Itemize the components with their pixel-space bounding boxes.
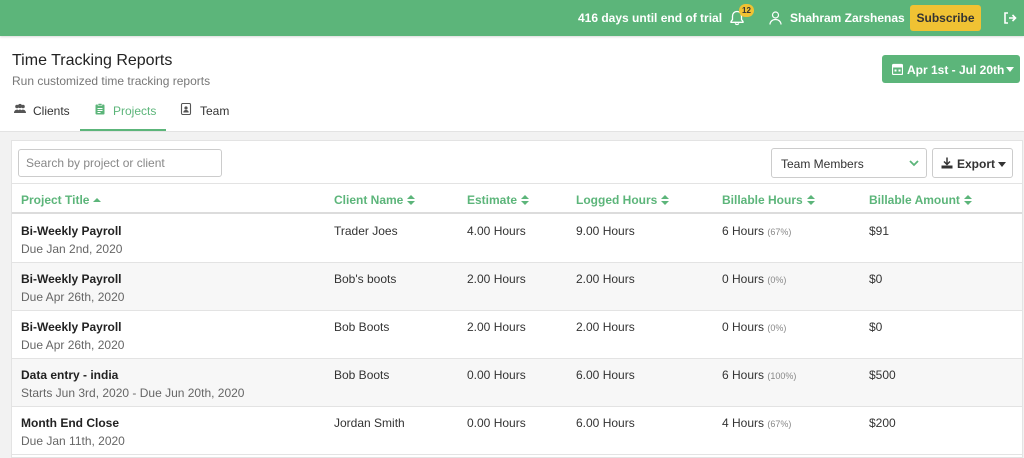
logged-hours: 2.00 Hours [576, 272, 635, 286]
top-bar: 416 days until end of trial 12 Shahram Z… [0, 0, 1024, 36]
billable-amount: $0 [869, 320, 883, 334]
column-header-billable-amount[interactable]: Billable Amount [869, 193, 972, 207]
table-row[interactable]: Bi-Weekly Payroll Due Apr 26th, 2020 Bob… [12, 311, 1022, 359]
table-row[interactable]: Bi-Weekly Payroll Due Jan 2nd, 2020 Trad… [12, 215, 1022, 263]
project-title[interactable]: Data entry - india [21, 368, 118, 382]
user-icon [769, 11, 782, 25]
search-input[interactable] [18, 149, 222, 177]
column-header-project-title[interactable]: Project Title [21, 193, 102, 207]
column-header-label: Logged Hours [576, 193, 658, 207]
export-label: Export [957, 157, 996, 171]
logged-hours: 9.00 Hours [576, 224, 635, 238]
column-header-label: Estimate [467, 193, 518, 207]
client-name: Bob's boots [334, 272, 397, 286]
logged-hours: 2.00 Hours [576, 320, 635, 334]
project-due: Due Apr 26th, 2020 [21, 290, 125, 304]
logout-icon[interactable] [1003, 11, 1017, 25]
client-name: Jordan Smith [334, 416, 405, 430]
sort-icon [407, 195, 416, 205]
sort-icon [661, 195, 670, 205]
download-icon [941, 157, 953, 169]
billable-percent: (100%) [767, 371, 797, 381]
column-header-client-name[interactable]: Client Name [334, 193, 416, 207]
tab-projects-label: Projects [113, 104, 157, 118]
billable-amount: $200 [869, 416, 896, 430]
tab-team-label: Team [200, 104, 230, 118]
export-button[interactable]: Export [932, 148, 1013, 178]
calendar-icon [892, 63, 903, 75]
tab-team[interactable]: Team [180, 97, 232, 131]
client-name: Bob Boots [334, 368, 390, 382]
table-row[interactable]: Data entry - india Starts Jun 3rd, 2020 … [12, 359, 1022, 407]
notification-badge: 12 [739, 4, 754, 17]
billable-hours-value: 0 Hours [722, 272, 765, 286]
billable-percent: (0%) [767, 275, 787, 285]
logged-hours: 6.00 Hours [576, 368, 635, 382]
billable-hours-value: 0 Hours [722, 320, 765, 334]
project-title[interactable]: Bi-Weekly Payroll [21, 320, 122, 334]
column-header-logged-hours[interactable]: Logged Hours [576, 193, 670, 207]
team-members-label: Team Members [781, 157, 864, 171]
project-title[interactable]: Month End Close [21, 416, 119, 430]
project-title[interactable]: Bi-Weekly Payroll [21, 272, 122, 286]
id-badge-icon [180, 103, 192, 115]
tab-clients[interactable]: Clients [14, 97, 76, 131]
billable-hours-value: 6 Hours [722, 224, 765, 238]
date-range-button[interactable]: Apr 1st - Jul 20th [882, 55, 1020, 83]
project-title[interactable]: Bi-Weekly Payroll [21, 224, 122, 238]
trial-countdown: 416 days until end of trial [578, 11, 723, 25]
column-header-estimate[interactable]: Estimate [467, 193, 530, 207]
billable-percent: (67%) [767, 419, 792, 429]
billable-hours: 0 Hours (0%) [722, 272, 786, 286]
user-name[interactable]: Shahram Zarshenas [790, 11, 905, 25]
table-header: Project Title Client Name Estimate Logge… [12, 183, 1022, 214]
sort-icon [806, 195, 815, 205]
client-name: Trader Joes [334, 224, 398, 238]
billable-hours-value: 6 Hours [722, 368, 765, 382]
project-due: Due Apr 26th, 2020 [21, 338, 125, 352]
project-due: Due Jan 11th, 2020 [21, 434, 125, 448]
column-header-label: Billable Hours [722, 193, 803, 207]
billable-hours: 0 Hours (0%) [722, 320, 786, 334]
tab-projects[interactable]: Projects [80, 97, 166, 131]
billable-amount: $500 [869, 368, 896, 382]
billable-hours-value: 4 Hours [722, 416, 765, 430]
tab-clients-label: Clients [33, 104, 70, 118]
client-name: Bob Boots [334, 320, 390, 334]
estimate: 4.00 Hours [467, 224, 526, 238]
chevron-down-icon [909, 160, 919, 167]
sort-asc-icon [93, 198, 102, 202]
column-header-label: Client Name [334, 193, 404, 207]
caret-down-icon [1006, 67, 1014, 72]
billable-amount: $91 [869, 224, 890, 238]
column-header-billable-hours[interactable]: Billable Hours [722, 193, 815, 207]
table-row[interactable]: Month End Close Due Jan 11th, 2020 Jorda… [12, 407, 1022, 455]
project-due: Starts Jun 3rd, 2020 - Due Jun 20th, 202… [21, 386, 245, 400]
billable-amount: $0 [869, 272, 883, 286]
billable-hours: 6 Hours (100%) [722, 368, 796, 382]
billable-percent: (67%) [767, 227, 792, 237]
estimate: 0.00 Hours [467, 416, 526, 430]
column-header-label: Billable Amount [869, 193, 960, 207]
date-range-label: Apr 1st - Jul 20th [907, 63, 1005, 77]
sort-icon [963, 195, 972, 205]
page-title: Time Tracking Reports [12, 52, 173, 69]
billable-percent: (0%) [767, 323, 787, 333]
estimate: 0.00 Hours [467, 368, 526, 382]
column-header-label: Project Title [21, 193, 90, 207]
users-icon [14, 103, 26, 113]
caret-down-icon [998, 162, 1006, 167]
table-row[interactable]: Bi-Weekly Payroll Due Apr 26th, 2020 Bob… [12, 263, 1022, 311]
clipboard-icon [95, 103, 105, 115]
logged-hours: 6.00 Hours [576, 416, 635, 430]
billable-hours: 6 Hours (67%) [722, 224, 791, 238]
estimate: 2.00 Hours [467, 320, 526, 334]
estimate: 2.00 Hours [467, 272, 526, 286]
subscribe-button[interactable]: Subscribe [910, 5, 981, 31]
project-due: Due Jan 2nd, 2020 [21, 242, 123, 256]
sort-icon [521, 195, 530, 205]
team-members-select[interactable]: Team Members [771, 148, 927, 178]
billable-hours: 4 Hours (67%) [722, 416, 791, 430]
page-subtitle: Run customized time tracking reports [12, 74, 211, 88]
